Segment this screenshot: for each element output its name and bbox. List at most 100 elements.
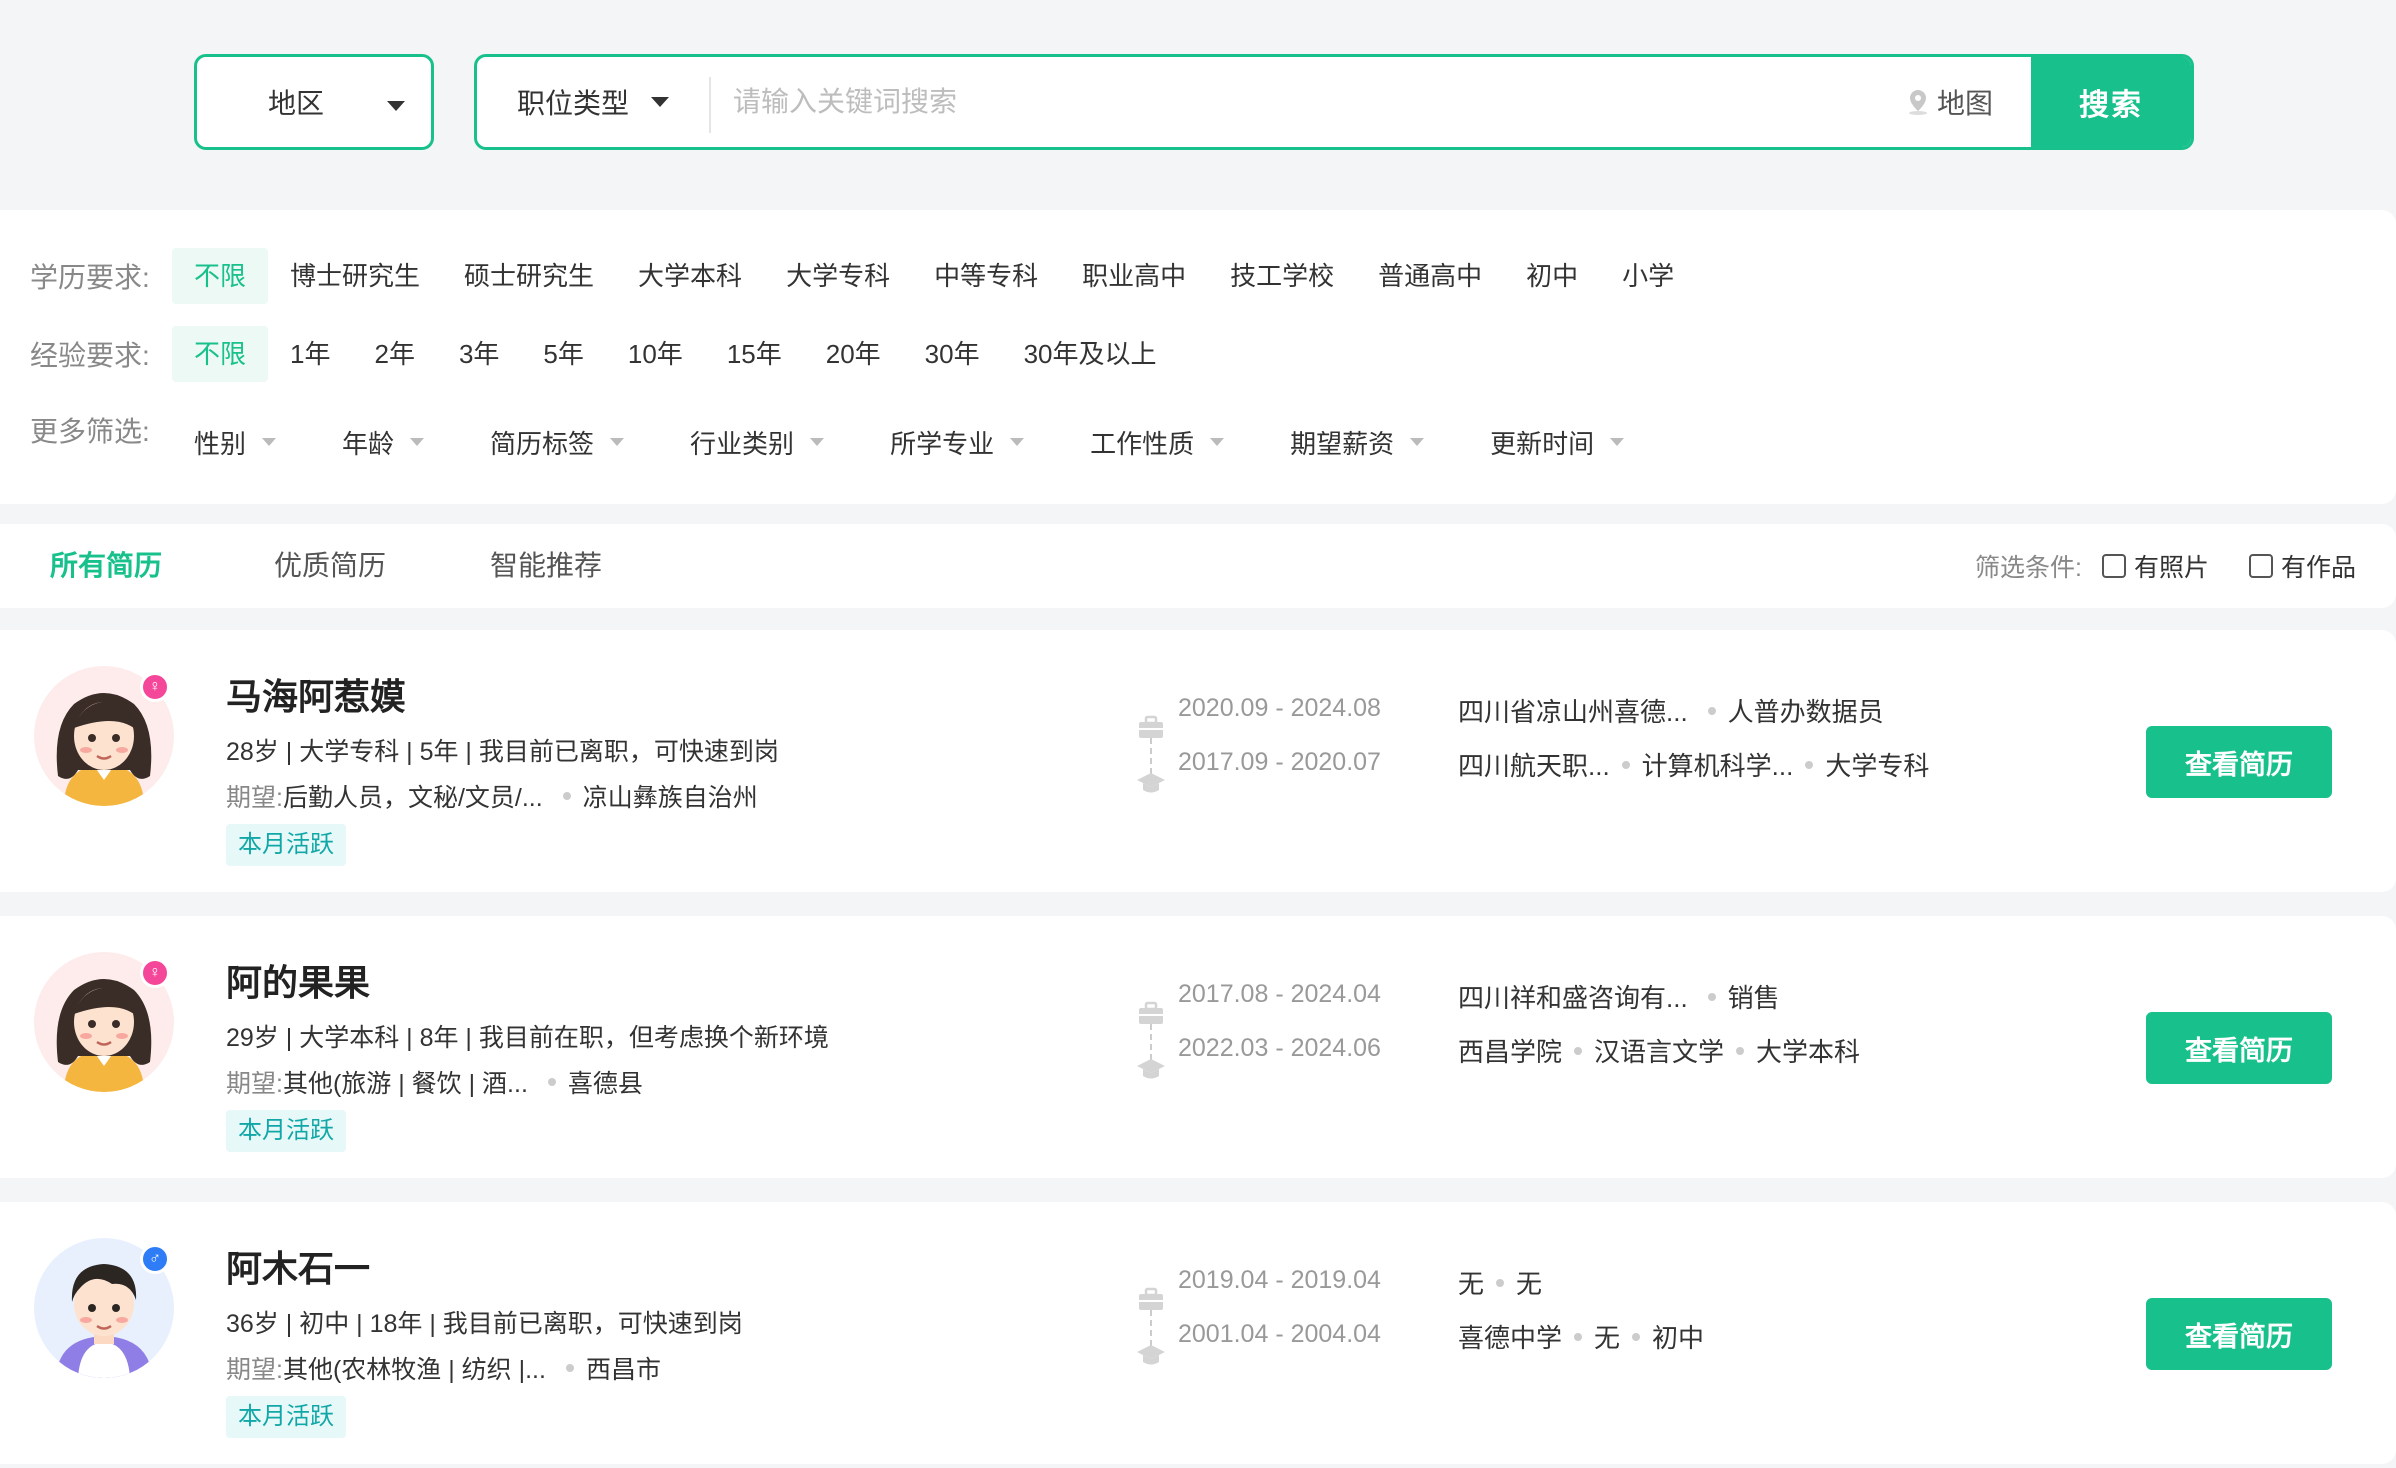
map-pin-icon xyxy=(1908,90,1927,115)
more-filter-dropdown[interactable]: 年龄 xyxy=(320,424,425,461)
tabs-bar: 所有简历 优质简历 智能推荐 筛选条件: 有照片 有作品 xyxy=(0,524,2396,608)
experience-option[interactable]: 20年 xyxy=(804,326,903,382)
filter-panel: 学历要求: 不限 博士研究生 硕士研究生 大学本科 大学专科 中等专科 职业高中 技工学校 普通… xyxy=(0,210,2396,504)
candidate-name[interactable]: 阿的果果 xyxy=(226,954,370,1006)
checkbox-icon xyxy=(2248,554,2273,578)
dropdown-label: 行业类别 xyxy=(690,428,795,459)
education-option[interactable]: 不限 xyxy=(172,248,269,304)
education-option[interactable]: 大学专科 xyxy=(764,248,912,304)
tab-quality-resumes[interactable]: 优质简历 xyxy=(274,524,386,608)
filter-conditions: 筛选条件: 有照片 有作品 xyxy=(1975,524,2356,608)
candidate-meta: 29岁 | 大学本科 | 8年 | 我目前在职，但考虑换个新环境 xyxy=(226,1024,829,1052)
map-label: 地图 xyxy=(1936,88,1993,119)
has-works-checkbox[interactable]: 有作品 xyxy=(2248,548,2356,584)
has-works-label: 有作品 xyxy=(2280,554,2356,582)
view-resume-button[interactable]: 查看简历 xyxy=(2146,726,2332,798)
tab-smart-recommend[interactable]: 智能推荐 xyxy=(490,524,602,608)
region-label: 地区 xyxy=(267,88,324,119)
experience-option[interactable]: 15年 xyxy=(705,326,804,382)
edu-school: 西昌学院 xyxy=(1458,1037,1563,1067)
education-option[interactable]: 初中 xyxy=(1504,248,1600,304)
more-filter-dropdown[interactable]: 所学专业 xyxy=(868,424,1025,461)
experience-option[interactable]: 2年 xyxy=(352,326,436,382)
condition-label: 筛选条件: xyxy=(1975,554,2082,582)
more-filter-dropdown[interactable]: 更新时间 xyxy=(1468,424,1625,461)
graduation-cap-icon xyxy=(1137,773,1165,793)
keyword-input[interactable] xyxy=(711,57,1905,147)
tab-all-resumes[interactable]: 所有简历 xyxy=(50,524,162,608)
separator-dot xyxy=(1496,1278,1505,1287)
view-resume-button[interactable]: 查看简历 xyxy=(2146,1012,2332,1084)
education-option[interactable]: 技工学校 xyxy=(1208,248,1356,304)
edu-school: 四川航天职... xyxy=(1458,751,1610,781)
edu-major: 计算机科学... xyxy=(1641,751,1794,781)
active-badge: 本月活跃 xyxy=(226,1396,346,1438)
more-filter-dropdown[interactable]: 简历标签 xyxy=(468,424,625,461)
expect-label: 期望: xyxy=(226,1070,283,1098)
candidate-meta: 28岁 | 大学专科 | 5年 | 我目前已离职，可快速到岗 xyxy=(226,738,779,766)
briefcase-icon xyxy=(1139,1287,1163,1310)
resume-card: ♀ 阿的果果 29岁 | 大学本科 | 8年 | 我目前在职，但考虑换个新环境 … xyxy=(0,916,2396,1178)
experience-option[interactable]: 30年及以上 xyxy=(1002,326,1179,382)
caret-down-icon xyxy=(1210,438,1225,446)
avatar[interactable]: ♂ xyxy=(34,1238,174,1378)
more-filter-dropdown[interactable]: 行业类别 xyxy=(668,424,825,461)
dropdown-label: 性别 xyxy=(194,428,247,459)
separator-dot xyxy=(1574,1046,1583,1055)
dropdown-label: 更新时间 xyxy=(1490,428,1595,459)
region-select[interactable]: 地区 xyxy=(194,54,434,150)
edu-major: 汉语言文学 xyxy=(1594,1037,1725,1067)
dropdown-label: 所学专业 xyxy=(890,428,995,459)
map-link[interactable]: 地图 xyxy=(1905,82,1993,122)
expect-job: 后勤人员，文秘/文员/... xyxy=(282,784,543,812)
education-option[interactable]: 普通高中 xyxy=(1356,248,1504,304)
male-icon: ♂ xyxy=(140,1244,170,1274)
education-option[interactable]: 硕士研究生 xyxy=(442,248,616,304)
separator-dot xyxy=(547,1078,556,1086)
caret-down-icon xyxy=(410,438,425,446)
education-option[interactable]: 大学本科 xyxy=(616,248,764,304)
dropdown-label: 简历标签 xyxy=(490,428,595,459)
education-option[interactable]: 博士研究生 xyxy=(268,248,442,304)
active-badge: 本月活跃 xyxy=(226,824,346,866)
experience-option[interactable]: 3年 xyxy=(437,326,521,382)
experience-option[interactable]: 5年 xyxy=(521,326,605,382)
separator-dot xyxy=(1805,760,1814,769)
separator-dot xyxy=(1621,760,1630,769)
work-dates: 2019.04 - 2019.04 xyxy=(1178,1266,1381,1294)
avatar[interactable]: ♀ xyxy=(34,952,174,1092)
experience-option[interactable]: 1年 xyxy=(268,326,352,382)
separator-dot xyxy=(1736,1046,1745,1055)
expect-job: 其他(农林牧渔 | 纺织 |... xyxy=(282,1356,546,1384)
job-type-select[interactable]: 职位类型 xyxy=(477,57,711,147)
has-photo-checkbox[interactable]: 有照片 xyxy=(2101,548,2209,584)
timeline xyxy=(1136,714,1176,794)
caret-down-icon xyxy=(1410,438,1425,446)
experience-option[interactable]: 10年 xyxy=(606,326,705,382)
candidate-name[interactable]: 阿木石一 xyxy=(226,1240,370,1292)
view-resume-button[interactable]: 查看简历 xyxy=(2146,1298,2332,1370)
education-option[interactable]: 小学 xyxy=(1600,248,1696,304)
female-icon: ♀ xyxy=(140,672,170,702)
caret-down-icon xyxy=(651,97,670,107)
dropdown-label: 工作性质 xyxy=(1090,428,1195,459)
resume-card: ♀ 马海阿惹嫫 28岁 | 大学专科 | 5年 | 我目前已离职，可快速到岗 期… xyxy=(0,630,2396,892)
experience-option[interactable]: 不限 xyxy=(172,326,269,382)
more-filter-label: 更多筛选: xyxy=(30,416,150,447)
more-filter: 更多筛选: 性别 年龄 简历标签 行业类别 所学专业 工作性质 期望薪资 更新时间 xyxy=(30,400,1668,460)
avatar[interactable]: ♀ xyxy=(34,666,174,806)
dropdown-label: 年龄 xyxy=(342,428,395,459)
separator-dot xyxy=(1707,706,1716,715)
work-position: 销售 xyxy=(1727,983,1780,1013)
experience-option[interactable]: 30年 xyxy=(903,326,1002,382)
search-button[interactable]: 搜索 xyxy=(2031,57,2191,147)
education-option[interactable]: 职业高中 xyxy=(1060,248,1208,304)
expect-place: 喜德县 xyxy=(567,1070,643,1098)
candidate-name[interactable]: 马海阿惹嫫 xyxy=(226,668,406,720)
more-filter-dropdown[interactable]: 工作性质 xyxy=(1068,424,1225,461)
more-filter-dropdown[interactable]: 期望薪资 xyxy=(1268,424,1425,461)
education-filter: 学历要求: 不限 博士研究生 硕士研究生 大学本科 大学专科 中等专科 职业高中 技工学校 普通… xyxy=(30,246,1696,306)
education-option[interactable]: 中等专科 xyxy=(912,248,1060,304)
more-filter-dropdown[interactable]: 性别 xyxy=(172,424,277,461)
edu-major: 无 xyxy=(1594,1323,1621,1353)
